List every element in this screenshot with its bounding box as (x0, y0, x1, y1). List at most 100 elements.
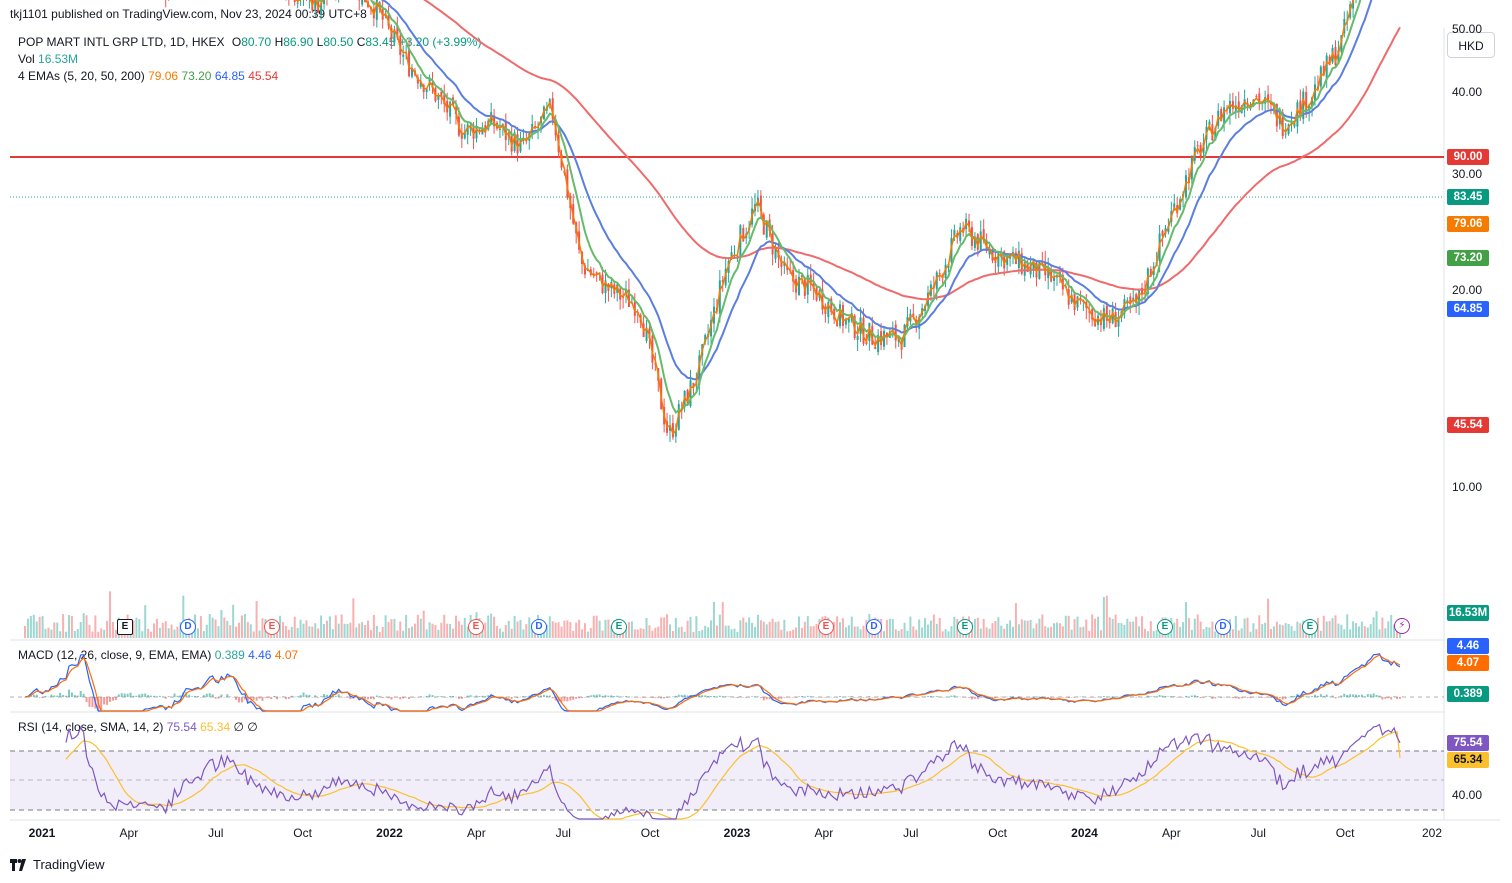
chart-canvas[interactable] (0, 0, 1512, 883)
volume-bar (897, 630, 900, 638)
volume-bar (774, 621, 777, 638)
macd-histogram-bar (871, 697, 874, 698)
macd-histogram-bar (1319, 694, 1322, 697)
volume-bar (795, 627, 798, 638)
macd-histogram-bar (258, 697, 261, 699)
volume-bar (296, 627, 299, 638)
volume-bar (1099, 630, 1102, 638)
macd-histogram-bar (915, 697, 918, 698)
macd-histogram-bar (73, 695, 76, 697)
volume-bar (384, 615, 387, 638)
volume-bar (883, 631, 886, 638)
volume-bar (1053, 623, 1056, 638)
macd-histogram-bar (1381, 697, 1384, 700)
macd-histogram-bar (1258, 697, 1261, 698)
volume-bar (839, 622, 842, 638)
volume-bar (513, 616, 516, 638)
macd-histogram-bar (1023, 697, 1026, 698)
earnings-marker[interactable]: E (1157, 619, 1173, 635)
macd-histogram-bar (223, 697, 226, 698)
earnings-marker[interactable]: E (818, 619, 834, 635)
footer-brand[interactable]: TradingView (10, 857, 105, 872)
macd-histogram-bar (759, 697, 762, 699)
time-axis-label: Apr (119, 826, 139, 840)
dividend-marker[interactable]: D (1215, 619, 1231, 635)
volume-bar (1176, 618, 1179, 638)
volume-bar (220, 609, 223, 638)
macd-histogram-bar (513, 696, 516, 698)
macd-histogram-bar (290, 695, 293, 697)
macd-histogram-bar (460, 697, 463, 699)
volume-bar (944, 629, 947, 638)
earnings-marker[interactable]: E (957, 619, 973, 635)
volume-bar (1193, 618, 1196, 638)
volume-bar (973, 618, 976, 638)
macd-histogram-bar (1032, 696, 1035, 697)
dividend-marker[interactable]: D (531, 619, 547, 635)
volume-bar (150, 631, 153, 638)
macd-histogram-bar (1240, 697, 1243, 699)
macd-histogram-bar (32, 694, 35, 697)
macd-histogram-bar (883, 696, 886, 697)
volume-bar (352, 598, 355, 638)
volume-bar (1211, 621, 1214, 638)
macd-histogram-bar (252, 697, 255, 700)
macd-histogram-bar (1384, 697, 1387, 699)
macd-histogram-bar (176, 695, 179, 697)
macd-histogram-bar (1067, 697, 1070, 699)
macd-histogram-bar (270, 697, 273, 700)
macd-histogram-bar (666, 697, 669, 698)
macd-histogram-bar (141, 693, 144, 697)
volume-bar (906, 630, 909, 638)
candle-body (498, 128, 501, 130)
macd-histogram-bar (754, 696, 757, 697)
macd-histogram-bar (144, 693, 147, 697)
volume-bar (680, 626, 683, 638)
volume-bar (91, 631, 94, 638)
earnings-marker[interactable]: E (117, 619, 133, 635)
ema-lines (295, 0, 1401, 435)
earnings-marker[interactable]: E (611, 619, 627, 635)
earnings-marker[interactable]: E (468, 619, 484, 635)
volume-bar (484, 622, 487, 638)
macd-histogram-bar (261, 697, 264, 701)
volume-bar (413, 623, 416, 638)
macd-histogram-bar (217, 697, 220, 699)
volume-bar (856, 626, 859, 638)
volume-bar (361, 622, 364, 638)
macd-histogram-bar (677, 694, 680, 697)
macd-histogram-bar (50, 694, 53, 697)
volume-bar (1058, 623, 1061, 638)
volume-bar (82, 613, 85, 638)
volume-bar (1182, 622, 1185, 638)
macd-histogram-bar (1141, 696, 1144, 698)
macd-histogram-bar (809, 696, 812, 697)
volume-bar (1088, 630, 1091, 638)
earnings-marker[interactable]: E (1302, 619, 1318, 635)
volume-bar (657, 626, 660, 638)
dividend-marker[interactable]: D (180, 619, 196, 635)
volume-bar (671, 631, 674, 638)
volume-bar (1249, 631, 1252, 638)
volume-bar (314, 623, 317, 638)
macd-histogram-bar (598, 694, 601, 697)
macd-histogram-bar (865, 697, 868, 698)
volume-bar (1340, 624, 1343, 638)
macd-histogram-bar (601, 695, 604, 697)
macd-histogram-bar (1357, 695, 1360, 697)
macd-histogram-bar (792, 697, 795, 698)
dividend-marker[interactable]: D (866, 619, 882, 635)
volume-bar (1275, 621, 1278, 638)
volume-bar (1343, 629, 1346, 638)
earnings-marker[interactable]: E (264, 619, 280, 635)
volume-bar (701, 630, 704, 638)
macd-histogram-bar (938, 696, 941, 698)
volume-bar (1355, 623, 1358, 638)
volume-bar (498, 628, 501, 638)
macd-histogram-bar (1264, 697, 1267, 698)
volume-bar (1214, 631, 1217, 638)
lightning-icon[interactable]: ⚡ (1394, 618, 1410, 634)
macd-histogram-bar (1044, 697, 1047, 698)
volume-bar (346, 623, 349, 638)
volume-bar (569, 622, 572, 638)
